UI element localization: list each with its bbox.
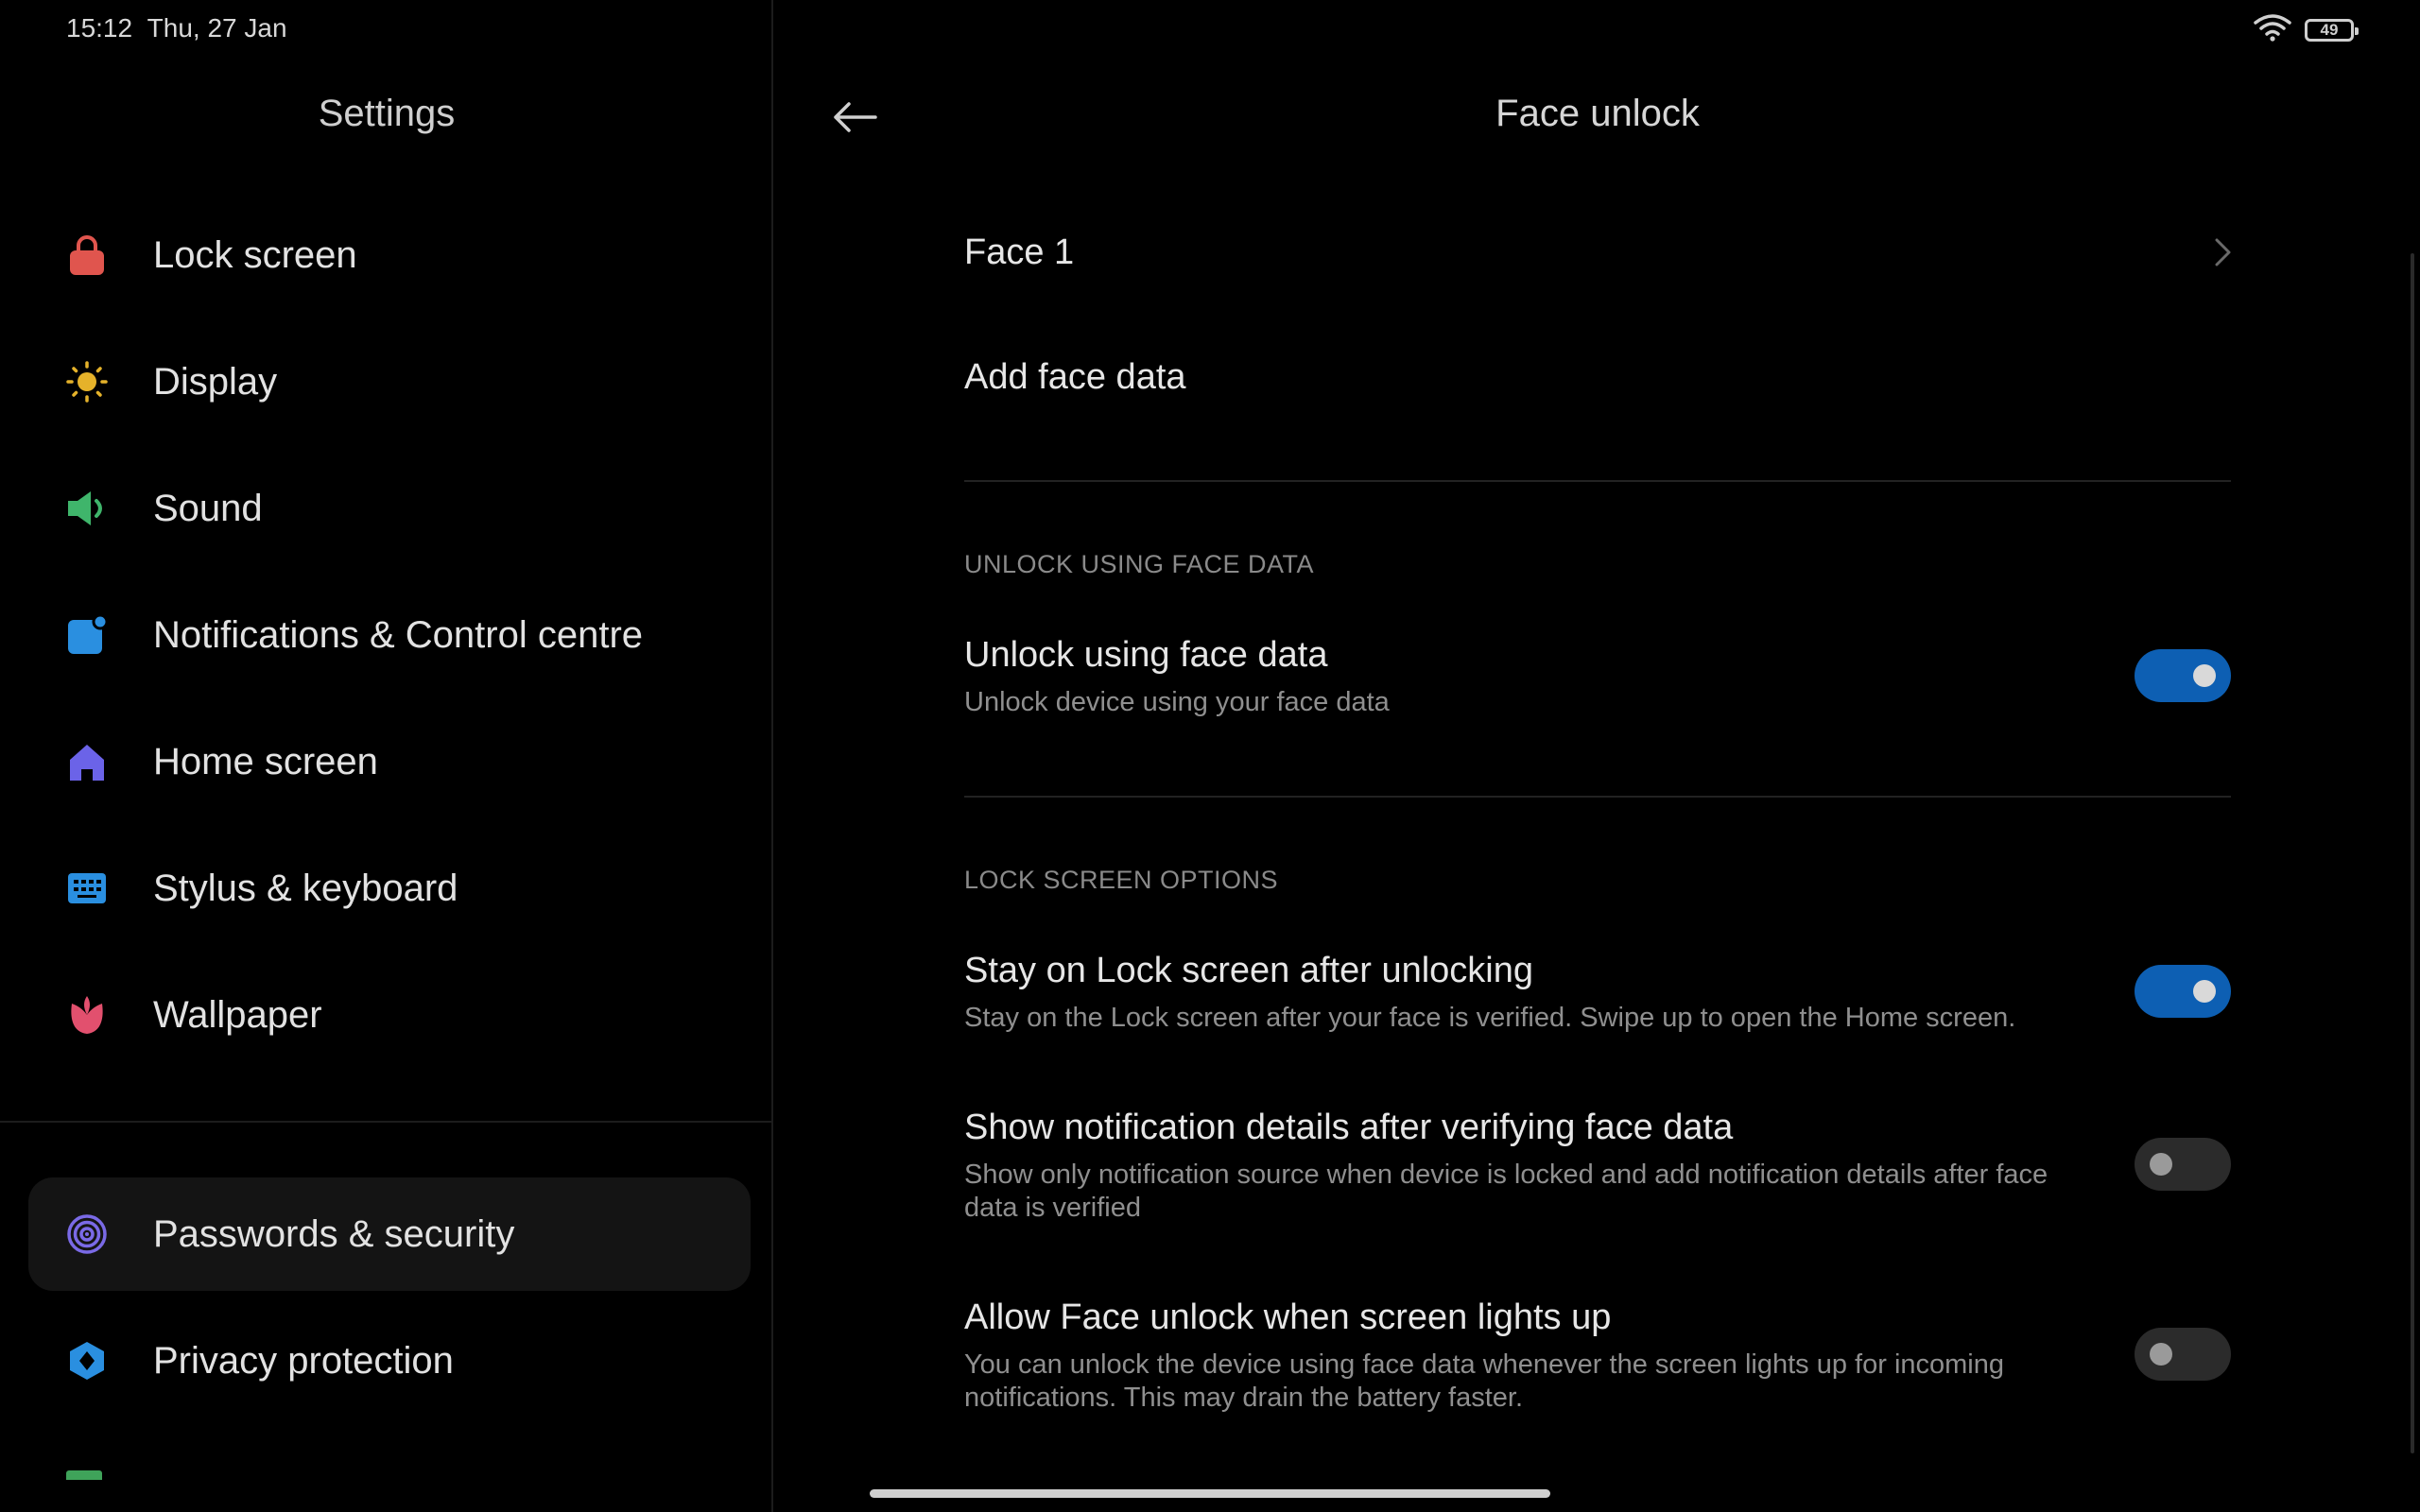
sidebar-item-label: Wallpaper (153, 993, 322, 1036)
sidebar-item-label: Home screen (153, 740, 378, 782)
sidebar-item-label: Lock screen (153, 233, 357, 276)
sidebar-item-stylus-keyboard[interactable]: Stylus & keyboard (28, 832, 751, 945)
status-icons: 49 (2254, 13, 2359, 46)
sidebar-item-lock-screen[interactable]: Lock screen (28, 198, 751, 312)
unlock-face-subtitle: Unlock device using your face data (964, 687, 1390, 717)
flower-icon (66, 994, 108, 1036)
lights-up-toggle[interactable] (2135, 1328, 2231, 1381)
notification-details-title: Show notification details after verifyin… (964, 1108, 1734, 1147)
shield-icon (66, 1340, 108, 1382)
home-icon (66, 741, 108, 782)
home-indicator[interactable] (870, 1489, 1550, 1498)
lights-up-subtitle: You can unlock the device using face dat… (964, 1349, 2005, 1413)
settings-sidebar: Settings Lock screen Display Sound Notif… (0, 0, 773, 1512)
toggle-knob (2150, 1343, 2172, 1366)
stay-lock-subtitle: Stay on the Lock screen after your face … (964, 1003, 2016, 1033)
unlock-face-toggle[interactable] (2135, 649, 2231, 702)
sidebar-item-passwords-security[interactable]: Passwords & security (28, 1177, 751, 1291)
sidebar-title: Settings (318, 93, 456, 134)
sidebar-divider (0, 1121, 773, 1123)
notification-details-toggle[interactable] (2135, 1138, 2231, 1191)
toggle-knob (2150, 1153, 2172, 1176)
sidebar-item-label: Privacy protection (153, 1339, 454, 1382)
toggle-knob (2193, 664, 2216, 687)
fingerprint-icon (66, 1213, 108, 1255)
sidebar-item-label: Stylus & keyboard (153, 867, 458, 909)
sidebar-item-sound[interactable]: Sound (28, 452, 751, 565)
notification-details-subtitle: Show only notification source when devic… (964, 1160, 2048, 1223)
sidebar-item-privacy-protection[interactable]: Privacy protection (28, 1304, 751, 1418)
speaker-icon (66, 488, 108, 529)
sidebar-item-label: Sound (153, 487, 263, 529)
lock-icon (66, 234, 108, 276)
sidebar-item-partial-icon (66, 1470, 102, 1480)
section-header-unlock: UNLOCK USING FACE DATA (964, 550, 1315, 578)
sidebar-item-label: Notifications & Control centre (153, 613, 644, 656)
sidebar-item-display[interactable]: Display (28, 325, 751, 438)
sidebar-item-wallpaper[interactable]: Wallpaper (28, 958, 751, 1072)
divider (964, 796, 2231, 798)
stay-lock-title: Stay on Lock screen after unlocking (964, 951, 1534, 990)
unlock-face-title: Unlock using face data (964, 635, 1328, 675)
stay-lock-toggle[interactable] (2135, 965, 2231, 1018)
sun-icon (66, 361, 108, 403)
page-title: Face unlock (1495, 93, 1700, 134)
battery-level: 49 (2320, 20, 2339, 39)
sidebar-item-notifications[interactable]: Notifications & Control centre (28, 578, 751, 692)
face-1-item[interactable]: Face 1 (964, 232, 1074, 273)
chevron-right-icon (2215, 238, 2231, 266)
keyboard-icon (66, 868, 108, 909)
sidebar-item-home-screen[interactable]: Home screen (28, 705, 751, 818)
sidebar-item-label: Passwords & security (153, 1212, 515, 1255)
section-header-lock: LOCK SCREEN OPTIONS (964, 866, 1279, 894)
notification-icon (66, 614, 108, 656)
add-face-data-item[interactable]: Add face data (964, 357, 1186, 398)
toggle-knob (2193, 980, 2216, 1003)
settings-screen: 15:12 Thu, 27 Jan 49 Settings Lock scree… (0, 0, 2420, 1512)
wifi-icon (2254, 13, 2291, 46)
battery-icon: 49 (2305, 18, 2359, 42)
divider (964, 480, 2231, 482)
lights-up-title: Allow Face unlock when screen lights up (964, 1297, 1612, 1337)
sidebar-item-label: Display (153, 360, 278, 403)
scrollbar[interactable] (2411, 253, 2414, 1453)
